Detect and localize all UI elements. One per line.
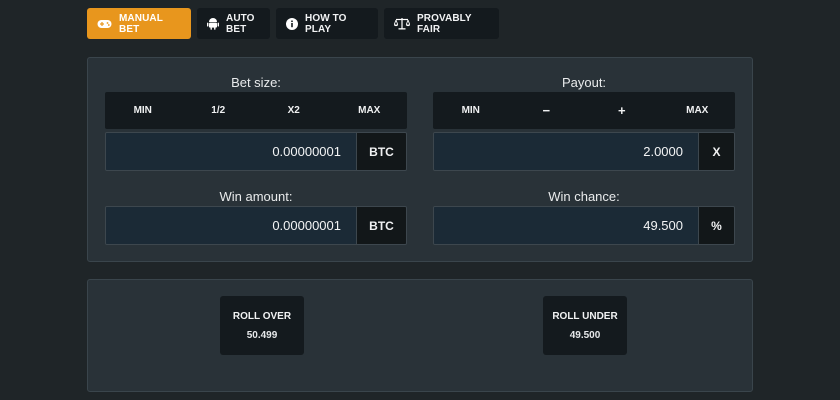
payout-input[interactable]: 2.0000 (434, 133, 698, 170)
bet-mode-tabs: MANUAL BET AUTO BET HOW TO PLAY PROVABLY… (87, 8, 499, 39)
payout-decrease-button[interactable]: − (509, 92, 585, 129)
win-amount-input[interactable]: 0.00000001 (106, 207, 356, 244)
tab-how-to-play[interactable]: HOW TO PLAY (276, 8, 378, 39)
tab-manual-bet[interactable]: MANUAL BET (87, 8, 191, 39)
bet-size-section: Bet size: MIN 1/2 X2 MAX 0.00000001 BTC … (105, 58, 407, 263)
win-chance-label: Win chance: (548, 189, 620, 204)
bet-size-field: 0.00000001 BTC (105, 132, 407, 171)
payout-field: 2.0000 X (433, 132, 735, 171)
win-amount-field: 0.00000001 BTC (105, 206, 407, 245)
payout-section: Payout: MIN − + MAX 2.0000 X Win chance:… (433, 58, 735, 263)
bet-size-unit: BTC (356, 133, 406, 170)
android-icon (207, 17, 219, 30)
bet-size-max-button[interactable]: MAX (332, 92, 408, 129)
payout-buttons: MIN − + MAX (433, 92, 735, 129)
roll-under-button[interactable]: ROLL UNDER 49.500 (543, 296, 627, 355)
tab-auto-bet-label: AUTO BET (226, 12, 255, 35)
bet-size-buttons: MIN 1/2 X2 MAX (105, 92, 407, 129)
bet-size-label: Bet size: (231, 75, 281, 90)
win-chance-unit: % (698, 207, 734, 244)
payout-increase-button[interactable]: + (584, 92, 660, 129)
bet-size-double-button[interactable]: X2 (256, 92, 332, 129)
tab-provably-fair-label: PROVABLY FAIR (417, 12, 472, 35)
roll-under-label: ROLL UNDER (552, 310, 618, 322)
payout-label: Payout: (561, 75, 607, 90)
payout-max-button[interactable]: MAX (660, 92, 736, 129)
roll-over-label: ROLL OVER (232, 310, 292, 322)
win-chance-field: 49.500 % (433, 206, 735, 245)
win-chance-input[interactable]: 49.500 (434, 207, 698, 244)
tab-auto-bet[interactable]: AUTO BET (197, 8, 270, 39)
gamepad-icon (97, 19, 112, 29)
win-amount-unit: BTC (356, 207, 406, 244)
tab-how-to-play-label: HOW TO PLAY (305, 12, 347, 35)
roll-over-button[interactable]: ROLL OVER 50.499 (220, 296, 304, 355)
bet-settings-panel: Bet size: MIN 1/2 X2 MAX 0.00000001 BTC … (87, 57, 753, 262)
payout-unit: X (698, 133, 734, 170)
scale-icon (394, 17, 410, 30)
win-amount-label: Win amount: (219, 189, 293, 204)
bet-size-half-button[interactable]: 1/2 (181, 92, 257, 129)
roll-panel: ROLL OVER 50.499 ROLL UNDER 49.500 (87, 279, 753, 392)
payout-min-button[interactable]: MIN (433, 92, 509, 129)
roll-under-value: 49.500 (569, 329, 601, 341)
roll-over-value: 50.499 (246, 329, 278, 341)
tab-provably-fair[interactable]: PROVABLY FAIR (384, 8, 499, 39)
bet-size-input[interactable]: 0.00000001 (106, 133, 356, 170)
tab-manual-bet-label: MANUAL BET (119, 12, 163, 35)
info-icon (286, 17, 298, 30)
bet-size-min-button[interactable]: MIN (105, 92, 181, 129)
